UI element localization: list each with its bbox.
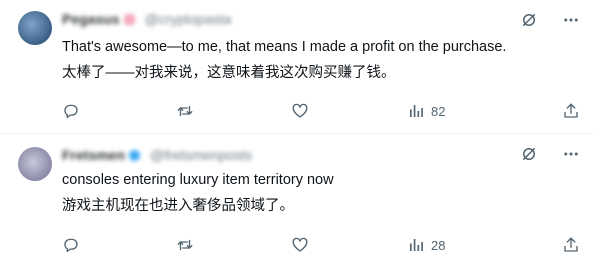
author-row[interactable]: Pegasus @cryptopasta xyxy=(62,10,231,28)
reply-item[interactable]: Pegasus @cryptopasta That's awesome—to m… xyxy=(0,0,595,133)
verified-badge-icon xyxy=(129,149,141,161)
more-icon[interactable] xyxy=(561,144,581,164)
author-name[interactable]: Pegasus xyxy=(62,11,120,27)
share-icon xyxy=(564,237,578,252)
views-count: 28 xyxy=(431,237,446,253)
reply-icon xyxy=(64,238,78,253)
reply-icon xyxy=(64,104,78,119)
action-bar: 28 xyxy=(62,235,584,255)
reply-text-zh: 太棒了——对我来说，这意味着我这次购买赚了钱。 xyxy=(62,65,396,81)
author-row[interactable]: Fretsmen @fretsmenposts xyxy=(62,146,252,164)
views-button[interactable]: 28 xyxy=(407,236,445,254)
share-button[interactable] xyxy=(562,236,580,254)
like-icon xyxy=(292,103,308,118)
action-bar: 82 xyxy=(62,101,584,121)
reply-button[interactable] xyxy=(62,102,80,120)
reply-text-zh: 游戏主机现在也进入奢侈品领域了。 xyxy=(62,198,294,214)
views-count: 82 xyxy=(431,103,446,119)
like-icon xyxy=(292,237,308,252)
share-icon xyxy=(564,103,578,118)
badge-icon xyxy=(123,13,135,25)
more-icon[interactable] xyxy=(561,10,581,30)
reply-item[interactable]: Fretsmen @fretsmenposts consoles enterin… xyxy=(0,134,595,267)
views-button[interactable]: 82 xyxy=(407,102,445,120)
like-button[interactable] xyxy=(291,102,309,120)
author-handle[interactable]: @cryptopasta xyxy=(145,11,232,27)
reply-text-en: That's awesome—to me, that means I made … xyxy=(62,39,507,55)
views-icon xyxy=(410,239,423,251)
avatar[interactable] xyxy=(18,11,52,45)
avatar[interactable] xyxy=(18,147,52,181)
grok-icon[interactable] xyxy=(519,10,539,30)
retweet-button[interactable] xyxy=(176,236,194,254)
author-name[interactable]: Fretsmen xyxy=(62,147,125,163)
retweet-button[interactable] xyxy=(176,102,194,120)
share-button[interactable] xyxy=(562,102,580,120)
like-button[interactable] xyxy=(291,236,309,254)
reply-button[interactable] xyxy=(62,236,80,254)
grok-icon[interactable] xyxy=(519,144,539,164)
reply-text-en: consoles entering luxury item territory … xyxy=(62,172,334,188)
author-handle[interactable]: @fretsmenposts xyxy=(150,147,252,163)
retweet-icon xyxy=(177,239,193,251)
retweet-icon xyxy=(177,105,193,117)
views-icon xyxy=(410,105,423,117)
